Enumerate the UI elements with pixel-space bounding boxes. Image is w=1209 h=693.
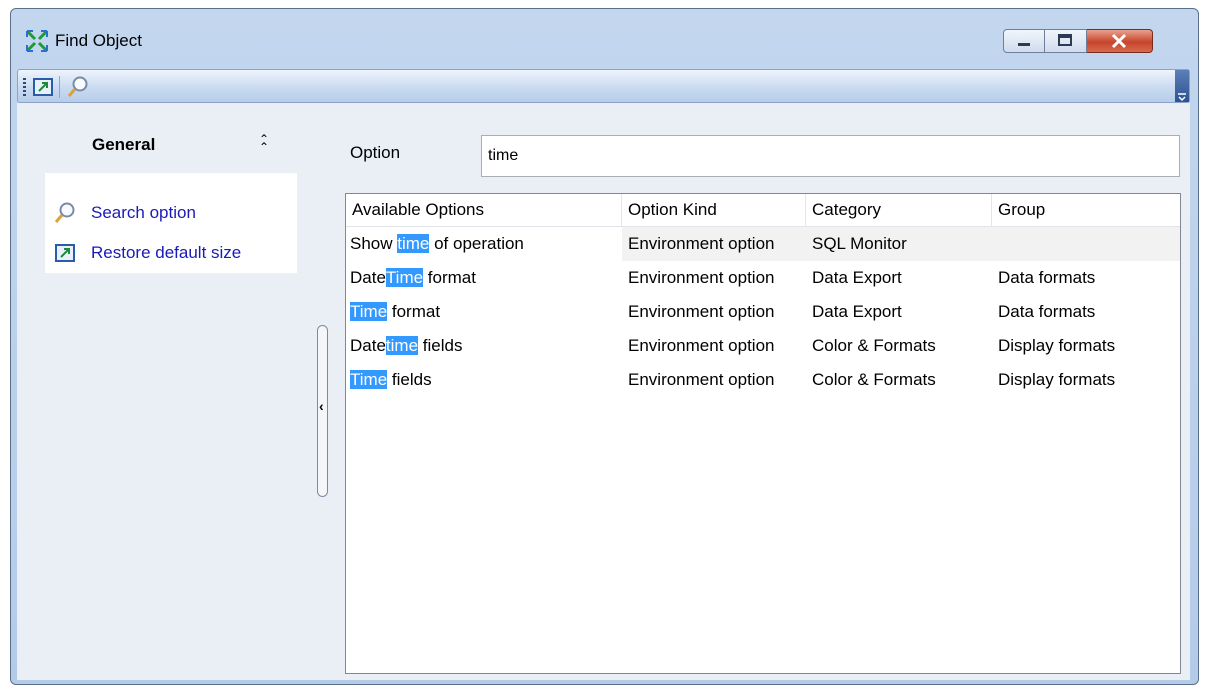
- restore-default-size-label: Restore default size: [91, 243, 242, 262]
- app-icon: [25, 29, 49, 53]
- option-name-cell: Time format: [346, 295, 622, 329]
- toolbar-grip[interactable]: [23, 78, 26, 96]
- side-panel: General ⌃ ⌃ Search option Restore default…: [45, 113, 297, 273]
- match-highlight: Time: [350, 370, 388, 389]
- category-cell: Data Export: [812, 302, 902, 321]
- title-bar: Find Object: [11, 9, 1198, 69]
- grid-header: Available Options Option Kind Category G…: [346, 194, 1180, 227]
- group-cell: Data formats: [998, 302, 1096, 321]
- restore-size-toolbar-button[interactable]: [31, 75, 55, 99]
- table-row[interactable]: Time format Environment option Data Expo…: [346, 295, 1180, 329]
- group-cell: Data formats: [998, 268, 1096, 287]
- window-title: Find Object: [55, 31, 142, 50]
- close-button[interactable]: [1087, 29, 1153, 53]
- restore-size-icon: [55, 244, 75, 262]
- option-search-input[interactable]: [481, 135, 1180, 177]
- match-highlight: time: [385, 336, 419, 355]
- option-text: fields: [418, 336, 463, 355]
- group-cell: [992, 227, 1180, 261]
- minimize-button[interactable]: [1003, 29, 1045, 53]
- match-highlight: Time: [385, 268, 424, 287]
- restore-size-icon: [33, 78, 53, 96]
- column-header-option-kind[interactable]: Option Kind: [622, 194, 806, 226]
- table-row[interactable]: DateTime format Environment option Data …: [346, 261, 1180, 295]
- option-kind-cell: Environment option: [628, 370, 775, 389]
- option-kind-cell: Environment option: [628, 302, 775, 321]
- general-group-header[interactable]: General ⌃ ⌃: [45, 113, 297, 173]
- category-cell: Color & Formats: [812, 336, 936, 355]
- group-cell: Display formats: [998, 336, 1116, 355]
- category-cell: SQL Monitor: [812, 234, 907, 253]
- match-highlight: time: [397, 234, 430, 253]
- match-highlight: Time: [350, 302, 388, 321]
- chevron-down-icon: [1178, 93, 1186, 102]
- search-icon: [67, 76, 88, 97]
- table-row[interactable]: Show time of operation Environment optio…: [346, 227, 1180, 261]
- option-name-cell: Show time of operation: [346, 227, 622, 261]
- general-group-title: General: [92, 135, 156, 154]
- minimize-icon: [1018, 43, 1030, 46]
- toolbar: [17, 69, 1190, 103]
- maximize-button[interactable]: [1045, 29, 1087, 53]
- collapse-icon[interactable]: ⌃ ⌃: [259, 133, 269, 153]
- options-grid[interactable]: Available Options Option Kind Category G…: [345, 193, 1181, 674]
- close-icon: [1111, 33, 1127, 49]
- option-text: Date: [350, 336, 386, 355]
- toolbar-overflow-button[interactable]: [1175, 70, 1189, 102]
- search-toolbar-button[interactable]: [66, 75, 90, 99]
- option-name-cell: Datetime fields: [346, 329, 622, 363]
- option-kind-cell: Environment option: [628, 268, 775, 287]
- category-cell: Data Export: [812, 268, 902, 287]
- column-header-available-options[interactable]: Available Options: [346, 194, 622, 226]
- table-row[interactable]: Datetime fields Environment option Color…: [346, 329, 1180, 363]
- client-area: General ⌃ ⌃ Search option Restore default…: [17, 103, 1190, 680]
- option-kind-cell: Environment option: [628, 234, 775, 253]
- chevron-left-icon[interactable]: ‹: [319, 398, 324, 414]
- option-text: format: [387, 302, 441, 321]
- option-name-cell: DateTime format: [346, 261, 622, 295]
- option-text: Show: [350, 234, 398, 253]
- column-header-category[interactable]: Category: [806, 194, 992, 226]
- panel-splitter[interactable]: ‹: [317, 325, 328, 497]
- column-header-group[interactable]: Group: [992, 194, 1180, 226]
- search-option-label: Search option: [91, 203, 196, 222]
- option-text: Date: [350, 268, 386, 287]
- find-object-window: Find Object General ⌃ ⌃ Search option Re…: [10, 8, 1199, 685]
- toolbar-separator: [59, 76, 60, 98]
- maximize-icon: [1058, 34, 1072, 46]
- group-cell: Display formats: [998, 370, 1116, 389]
- option-text: fields: [387, 370, 432, 389]
- search-icon: [54, 202, 75, 223]
- option-text: of operation: [429, 234, 524, 253]
- option-text: format: [423, 268, 476, 287]
- option-label: Option: [350, 143, 401, 162]
- category-cell: Color & Formats: [812, 370, 936, 389]
- table-row[interactable]: Time fields Environment option Color & F…: [346, 363, 1180, 397]
- option-name-cell: Time fields: [346, 363, 622, 397]
- option-kind-cell: Environment option: [628, 336, 775, 355]
